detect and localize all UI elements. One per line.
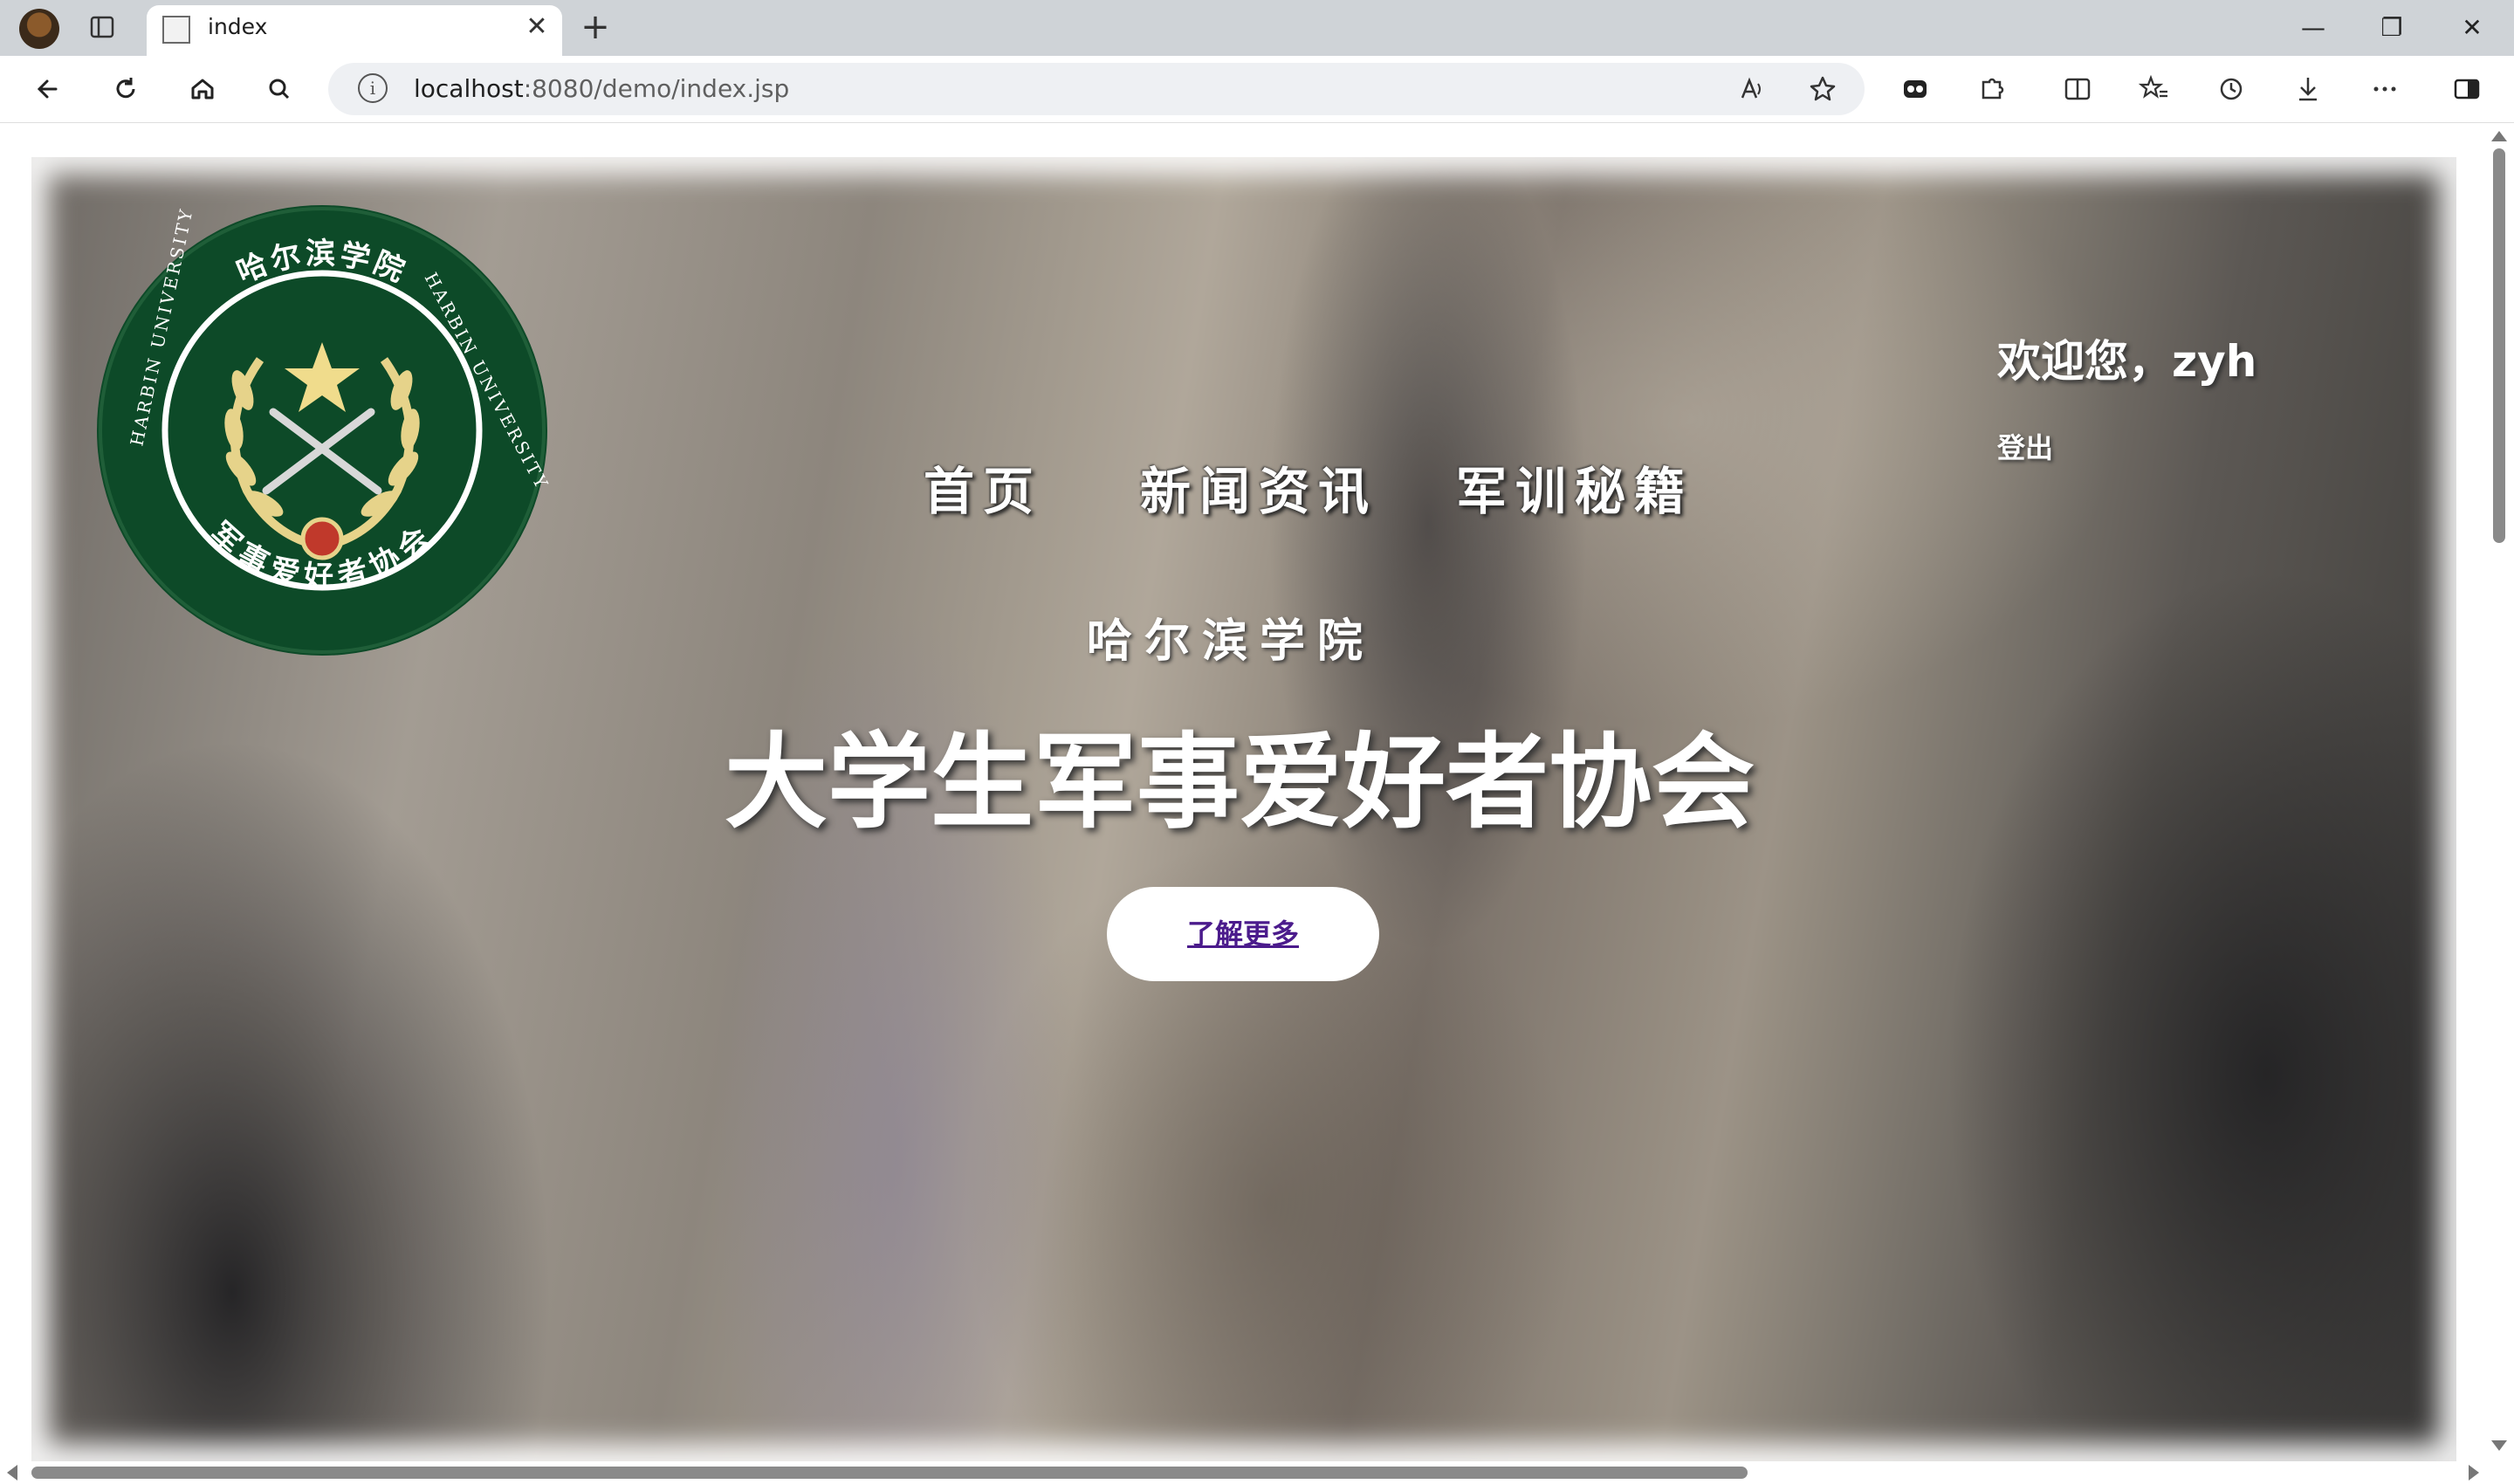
tab-title: index [208,14,268,39]
read-aloud-icon[interactable] [1734,70,1772,108]
vertical-scrollbar-thumb[interactable] [2493,148,2505,543]
logout-link[interactable]: 登出 [1997,426,2053,466]
url-text[interactable]: localhost:8080/demo/index.jsp [414,74,789,103]
more-icon[interactable] [2366,70,2404,108]
scroll-down-arrow-icon[interactable] [2491,1440,2507,1451]
scroll-left-arrow-icon[interactable] [7,1465,17,1481]
search-icon[interactable] [260,70,299,108]
hero-headline: 大学生军事爱好者协会 [724,722,1755,842]
minimize-button[interactable]: — [2285,9,2341,47]
new-tab-button[interactable]: + [578,10,613,45]
learn-more-button[interactable]: 了解更多 [1107,887,1379,981]
emblem-badge-icon [300,517,344,560]
tab-actions-icon[interactable] [89,14,115,40]
home-icon[interactable] [183,70,222,108]
url-host: localhost [414,74,524,103]
sidebar-icon[interactable] [2448,70,2486,108]
refresh-icon[interactable] [106,70,145,108]
puzzle-icon[interactable] [1973,70,2011,108]
tab-close-button[interactable]: ✕ [522,12,552,42]
nav-news-link[interactable]: 新闻资讯 [1140,450,1377,524]
history-icon[interactable] [2212,70,2250,108]
favorite-star-icon[interactable] [1803,70,1842,108]
back-icon[interactable] [30,70,68,108]
window-close-button[interactable]: ✕ [2444,9,2500,47]
scroll-right-arrow-icon[interactable] [2469,1465,2479,1481]
profile-avatar[interactable] [19,9,59,49]
horizontal-scrollbar-thumb[interactable] [31,1467,1748,1479]
download-icon[interactable] [2289,70,2327,108]
hero-subtitle: 哈尔滨学院 [1086,615,1375,668]
welcome-message: 欢迎您，zyh [1997,336,2257,387]
split-screen-icon[interactable] [2058,70,2097,108]
url-path: :8080/demo/index.jsp [523,74,790,103]
favorites-icon[interactable] [2135,70,2174,108]
tab-favicon-icon [162,16,190,44]
nav-home-link[interactable]: 首页 [924,450,1042,524]
association-logo: 哈尔滨学院 军事爱好者协会 HARBIN UNIVERSITY HARBIN U… [97,205,550,656]
extensions-icon[interactable] [1896,70,1934,108]
site-info-icon[interactable]: i [358,73,388,103]
nav-training-link[interactable]: 军训秘籍 [1456,450,1693,524]
restore-button[interactable]: ❐ [2364,9,2420,47]
scroll-up-arrow-icon[interactable] [2491,131,2507,141]
